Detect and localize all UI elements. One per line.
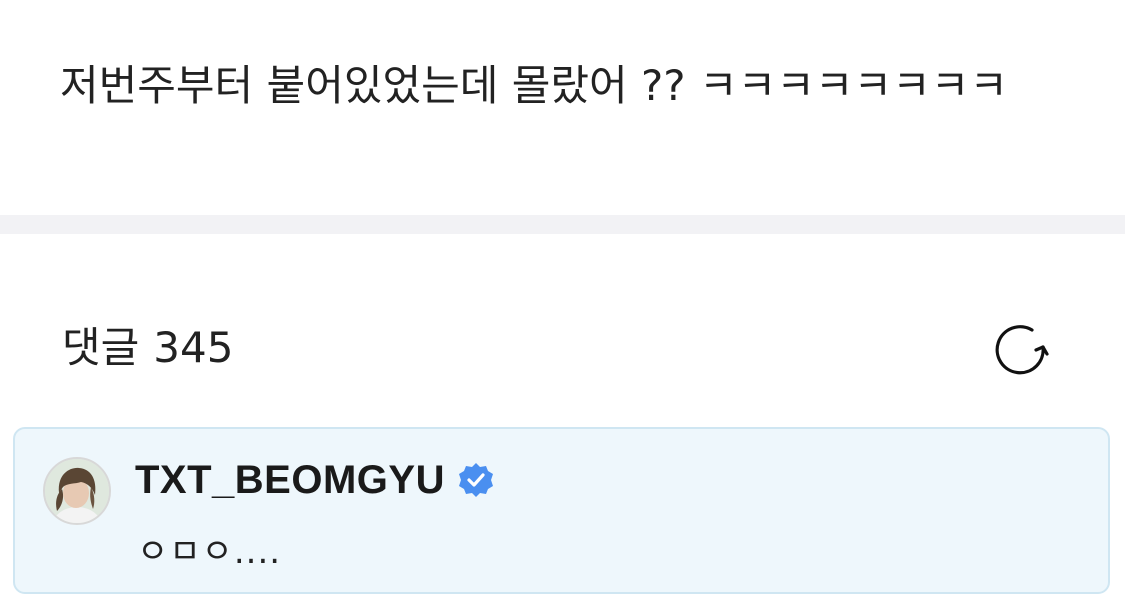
comment-text: ㅇㅁㅇ.... [137, 532, 282, 572]
comments-title: 댓글 345 [62, 318, 233, 378]
verified-badge-icon [457, 461, 495, 499]
post-body-text: 저번주부터 붙어있었는데 몰랐어 ?? ㅋㅋㅋㅋㅋㅋㅋㅋ [60, 61, 1009, 110]
comment-author-row: TXT_BEOMGYU [135, 455, 495, 505]
comment-author-name[interactable]: TXT_BEOMGYU [135, 458, 445, 503]
comments-title-label: 댓글 [62, 323, 140, 372]
section-divider [0, 215, 1125, 234]
featured-comment-card[interactable]: TXT_BEOMGYU ㅇㅁㅇ.... [13, 427, 1110, 594]
avatar-image [45, 459, 109, 523]
comments-count: 345 [153, 323, 234, 372]
avatar[interactable] [43, 457, 111, 525]
page: 저번주부터 붙어있었는데 몰랐어 ?? ㅋㅋㅋㅋㅋㅋㅋㅋ 댓글 345 TXT_… [0, 0, 1125, 614]
refresh-icon [995, 325, 1049, 375]
refresh-button[interactable] [994, 321, 1052, 379]
comments-header: 댓글 345 [62, 318, 1062, 378]
